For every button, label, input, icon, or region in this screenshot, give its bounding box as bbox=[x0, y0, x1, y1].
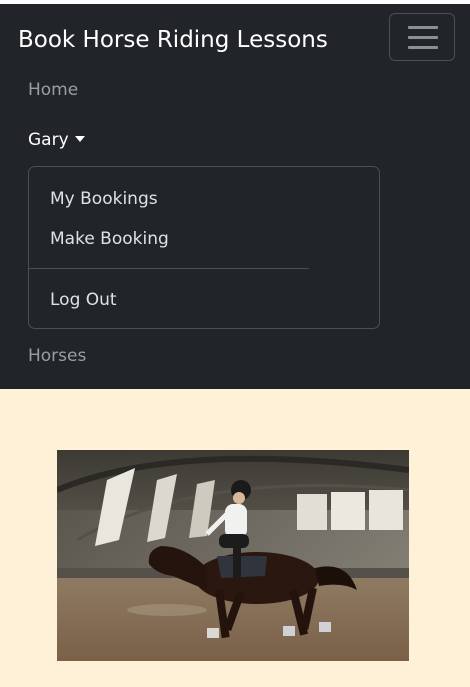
dropdown-item-log-out[interactable]: Log Out bbox=[50, 289, 117, 311]
nav-link-horses[interactable]: Horses bbox=[28, 345, 86, 367]
nav-user-dropdown-toggle[interactable]: Gary bbox=[28, 129, 85, 151]
horse-rider-indoor-arena-photo bbox=[57, 450, 409, 661]
user-dropdown-menu: My Bookings Make Booking Log Out bbox=[28, 166, 380, 329]
navbar-brand[interactable]: Book Horse Riding Lessons bbox=[18, 26, 328, 54]
dropdown-item-my-bookings[interactable]: My Bookings bbox=[50, 188, 158, 210]
nav-link-home[interactable]: Home bbox=[28, 79, 78, 101]
navbar: Book Horse Riding Lessons Home Gary My B… bbox=[0, 4, 470, 389]
caret-down-icon bbox=[74, 136, 85, 142]
dropdown-item-make-booking[interactable]: Make Booking bbox=[50, 228, 169, 250]
navbar-toggler-button[interactable] bbox=[389, 13, 455, 61]
nav-user-label: Gary bbox=[28, 130, 69, 150]
dropdown-divider bbox=[29, 268, 309, 269]
